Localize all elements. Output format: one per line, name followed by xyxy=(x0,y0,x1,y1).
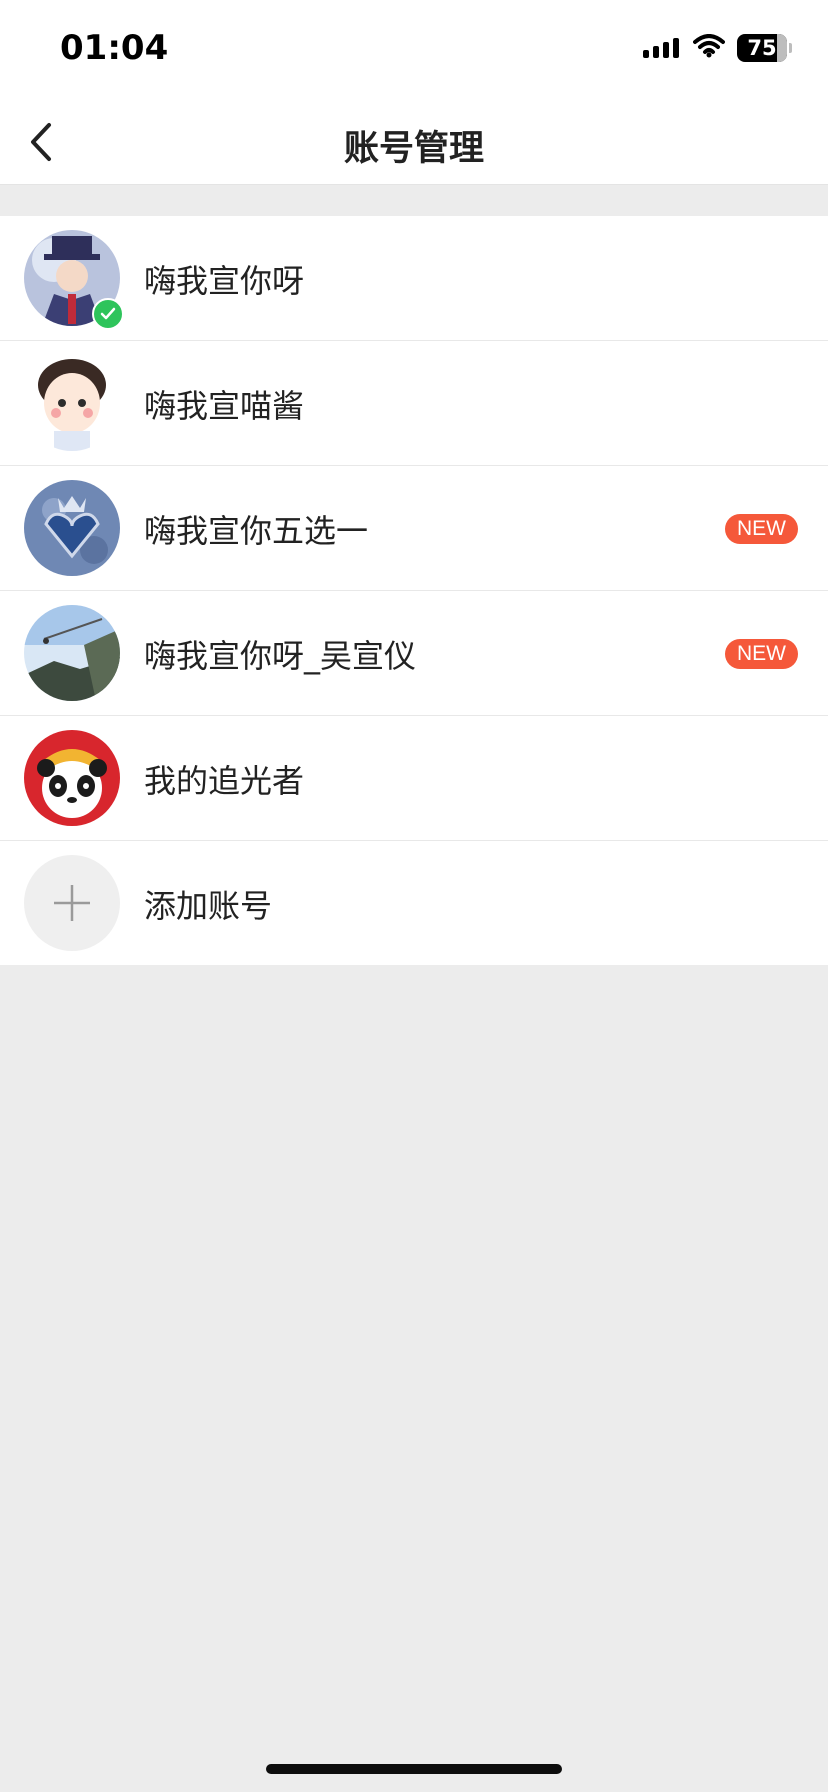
account-row-5[interactable]: 我的追光者 xyxy=(0,716,828,841)
account-row-3[interactable]: 嗨我宣你五选一 NEW xyxy=(0,466,828,591)
page-title: 账号管理 xyxy=(343,129,484,169)
account-name: 嗨我宣你呀 xyxy=(144,262,305,300)
signal-icon xyxy=(643,38,679,58)
add-account-button[interactable] xyxy=(24,855,120,951)
add-account-row[interactable]: 添加账号 xyxy=(0,841,828,965)
new-badge: NEW xyxy=(725,514,798,544)
avatar xyxy=(24,480,120,576)
account-list: 嗨我宣你呀 嗨我宣喵酱 嗨我宣你五选一 NEW 嗨我宣你呀_吴宣仪 NEW 我的… xyxy=(0,216,828,965)
account-name: 我的追光者 xyxy=(144,762,305,800)
active-check-icon xyxy=(92,298,124,330)
avatar xyxy=(24,730,120,826)
account-row-2[interactable]: 嗨我宣喵酱 xyxy=(0,341,828,466)
account-row-4[interactable]: 嗨我宣你呀_吴宣仪 NEW xyxy=(0,591,828,716)
account-name: 嗨我宣你呀_吴宣仪 xyxy=(144,637,417,675)
battery-cap xyxy=(789,43,792,53)
status-time: 01:04 xyxy=(60,28,169,68)
account-row-1[interactable]: 嗨我宣你呀 xyxy=(0,216,828,341)
home-indicator[interactable] xyxy=(266,1764,562,1774)
battery-level: 75 xyxy=(747,36,777,60)
status-bar: 01:04 75 xyxy=(0,0,828,100)
avatar xyxy=(24,355,120,451)
wifi-icon xyxy=(693,34,725,62)
avatar xyxy=(24,605,120,701)
battery-icon: 75 xyxy=(737,34,787,62)
status-icons: 75 xyxy=(643,34,792,62)
plus-icon xyxy=(54,885,90,921)
new-badge: NEW xyxy=(725,639,798,669)
account-name: 嗨我宣你五选一 xyxy=(144,512,369,550)
add-account-label: 添加账号 xyxy=(144,887,273,925)
nav-bar: 账号管理 xyxy=(0,100,828,185)
account-name: 嗨我宣喵酱 xyxy=(144,387,305,425)
